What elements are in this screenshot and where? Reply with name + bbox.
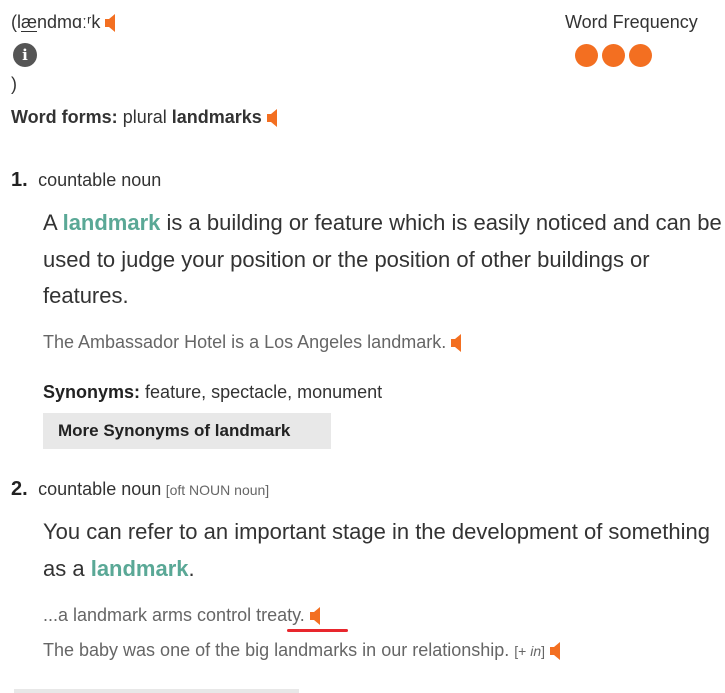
sense-2-definition: You can refer to an important stage in t… <box>43 514 723 587</box>
grammar-note: [oft NOUN noun] <box>165 482 270 498</box>
synonyms: Synonyms: feature, spectacle, monument <box>43 382 382 403</box>
more-synonyms-button[interactable]: More Synonyms of landmark <box>43 413 331 449</box>
pronunciation-close: ) <box>11 74 17 94</box>
speaker-icon[interactable] <box>550 642 564 661</box>
word-frequency-label: Word Frequency <box>565 12 698 32</box>
grammar-note-open: [+ <box>514 643 531 659</box>
sense-number: 2. <box>11 478 28 500</box>
sense-1-example: The Ambassador Hotel is a Los Angeles la… <box>43 332 465 353</box>
speaker-icon[interactable] <box>309 607 324 626</box>
pronunciation-open: (l <box>11 12 21 32</box>
sense-2-example-2: The baby was one of the big landmarks in… <box>43 640 564 661</box>
headword: landmark <box>90 555 189 581</box>
speaker-icon[interactable] <box>451 334 465 353</box>
sense-number: 1. <box>11 169 28 191</box>
frequency-dot <box>575 44 598 67</box>
pronunciation-rest: ndmɑːʳk <box>37 12 101 32</box>
speaker-icon[interactable] <box>266 109 281 128</box>
word-frequency-indicator <box>575 44 656 72</box>
grammar-note-close: ] <box>541 643 546 659</box>
highlight-underline <box>287 629 348 632</box>
example-text: The Ambassador Hotel is a Los Angeles la… <box>43 332 447 352</box>
synonyms-label: Synonyms: <box>43 382 141 402</box>
sense-1-header: 1. countable noun <box>11 169 161 192</box>
frequency-dot <box>629 44 652 67</box>
pronunciation-underlined: æ <box>21 12 38 32</box>
part-of-speech: countable noun <box>38 479 162 499</box>
example-text: ...a landmark arms control treaty. <box>43 605 305 625</box>
word-forms-label: Word forms: <box>11 107 118 127</box>
definition-text: A <box>43 210 63 235</box>
word-forms: Word forms: plural landmarks <box>11 107 281 128</box>
headword: landmark <box>62 210 161 235</box>
frequency-dot <box>602 44 625 67</box>
pronunciation: (lændmɑːʳk <box>11 12 119 33</box>
speaker-icon[interactable] <box>105 14 119 33</box>
example-text: The baby was one of the big landmarks in… <box>43 640 510 660</box>
section-divider <box>14 689 299 693</box>
part-of-speech: countable noun <box>38 170 162 190</box>
sense-2-example-1: ...a landmark arms control treaty. <box>43 605 324 626</box>
word-forms-form: landmarks <box>171 107 262 127</box>
grammar-note-word: in <box>530 643 542 659</box>
grammar-note: [+ in] <box>514 643 545 659</box>
info-icon[interactable]: i <box>13 43 37 67</box>
sense-1-definition: A landmark is a building or feature whic… <box>43 205 723 315</box>
definition-text: . <box>188 555 195 581</box>
word-forms-type: plural <box>122 107 167 127</box>
sense-2-header: 2. countable noun [oft NOUN noun] <box>11 478 269 501</box>
synonyms-list: feature, spectacle, monument <box>145 382 383 402</box>
